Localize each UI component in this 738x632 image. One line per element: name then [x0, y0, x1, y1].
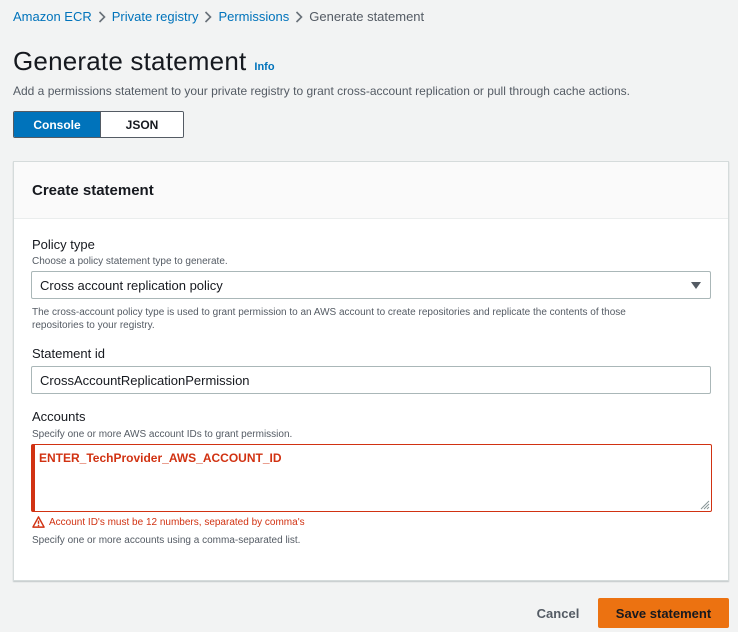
resize-grip-icon[interactable] — [700, 500, 710, 510]
page-header: Generate statement Info — [13, 46, 275, 77]
panel-header: Create statement — [14, 162, 728, 219]
accounts-hint: Specify one or more AWS account IDs to g… — [32, 429, 293, 440]
policy-type-select[interactable]: Cross account replication policy — [31, 271, 711, 299]
statement-id-input[interactable] — [31, 366, 711, 394]
json-tab[interactable]: JSON — [100, 112, 183, 137]
breadcrumb-amazon-ecr[interactable]: Amazon ECR — [13, 9, 92, 24]
accounts-label: Accounts — [32, 409, 86, 424]
chevron-right-icon — [289, 10, 309, 23]
policy-type-label: Policy type — [32, 237, 95, 252]
chevron-right-icon — [92, 10, 112, 23]
page-description: Add a permissions statement to your priv… — [13, 84, 630, 98]
accounts-error: Account ID's must be 12 numbers, separat… — [32, 516, 305, 528]
policy-type-hint: Choose a policy statement type to genera… — [32, 256, 228, 267]
breadcrumb: Amazon ECR Private registry Permissions … — [13, 9, 424, 24]
breadcrumb-permissions[interactable]: Permissions — [218, 9, 289, 24]
policy-type-help: The cross-account policy type is used to… — [32, 307, 626, 318]
accounts-textarea[interactable]: ENTER_TechProvider_AWS_ACCOUNT_ID — [31, 444, 712, 512]
save-statement-button[interactable]: Save statement — [598, 598, 729, 628]
breadcrumb-private-registry[interactable]: Private registry — [112, 9, 199, 24]
page-title: Generate statement — [13, 46, 247, 76]
policy-type-value: Cross account replication policy — [40, 277, 223, 293]
warning-icon — [32, 516, 45, 528]
policy-type-help-continued: repositories to your registry. — [32, 320, 155, 331]
mode-toggle: Console JSON — [13, 111, 184, 138]
cancel-button[interactable]: Cancel — [524, 598, 592, 628]
accounts-constraint: Specify one or more accounts using a com… — [32, 535, 301, 546]
accounts-error-text: Account ID's must be 12 numbers, separat… — [49, 516, 305, 528]
chevron-right-icon — [198, 10, 218, 23]
create-statement-panel: Create statement Policy type Choose a po… — [13, 161, 729, 581]
caret-down-icon — [691, 282, 701, 289]
statement-id-label: Statement id — [32, 346, 105, 361]
info-link[interactable]: Info — [254, 61, 274, 73]
panel-title: Create statement — [32, 181, 154, 199]
breadcrumb-current: Generate statement — [309, 9, 425, 24]
console-tab[interactable]: Console — [14, 112, 100, 137]
